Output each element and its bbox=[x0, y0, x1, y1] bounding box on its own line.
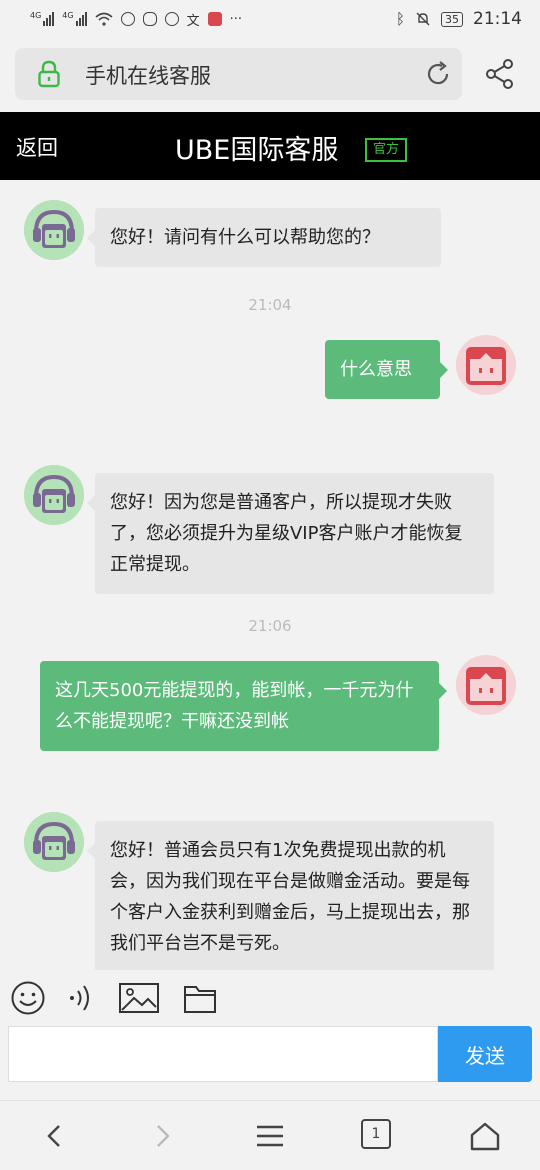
menu-icon[interactable] bbox=[253, 1119, 287, 1153]
browser-toolbar: 手机在线客服 bbox=[0, 38, 540, 112]
wifi-icon bbox=[95, 12, 113, 26]
page-title: UBE国际客服 bbox=[175, 135, 339, 166]
lock-icon bbox=[38, 60, 60, 88]
app-icon bbox=[207, 12, 222, 26]
sim1-label: 4G bbox=[30, 11, 42, 20]
share-icon[interactable] bbox=[484, 58, 516, 90]
forward-arrow-icon[interactable] bbox=[145, 1119, 179, 1153]
message-timestamp: 21:06 bbox=[248, 617, 292, 635]
folder-icon[interactable] bbox=[182, 980, 218, 1016]
agent-avatar-icon bbox=[24, 465, 84, 525]
composer-toolbar bbox=[0, 970, 540, 1026]
back-arrow-icon[interactable] bbox=[38, 1119, 72, 1153]
alert-icon bbox=[120, 12, 135, 26]
home-icon[interactable] bbox=[468, 1119, 502, 1153]
chat-area[interactable]: 您好！请问有什么可以帮助您的？ 21:04 什么意思 您好！因为您是普通客户，所… bbox=[0, 180, 540, 970]
clock: 21:14 bbox=[473, 9, 522, 29]
message-timestamp: 21:04 bbox=[248, 296, 292, 314]
emoji-icon[interactable] bbox=[10, 980, 46, 1016]
vpn-icon bbox=[164, 12, 179, 26]
translate-icon: 文 bbox=[186, 13, 200, 29]
send-button[interactable]: 发送 bbox=[438, 1026, 532, 1082]
tab-count: 1 bbox=[371, 1126, 381, 1142]
back-button[interactable]: 返回 bbox=[16, 132, 58, 162]
status-bar: 4G 4G 文 ··· ᛒ 35 21:14 bbox=[0, 0, 540, 38]
browser-bottom-nav: 1 bbox=[0, 1100, 540, 1170]
message-bubble: 您好！因为您是普通客户，所以提现才失败了，您必须提升为星级VIP客户账户才能恢复… bbox=[87, 473, 494, 594]
signal-icon: 4G bbox=[30, 11, 55, 26]
more-icon: ··· bbox=[229, 11, 243, 27]
address-bar[interactable]: 手机在线客服 bbox=[15, 48, 462, 100]
message-bubble: 您好！请问有什么可以帮助您的？ bbox=[87, 208, 441, 267]
message-bubble: 这几天500元能提现的，能到帐，一千元为什么不能提现呢？干嘛还没到帐 bbox=[40, 661, 447, 751]
agent-avatar-icon bbox=[24, 200, 84, 260]
agent-avatar-icon bbox=[24, 812, 84, 872]
mute-icon bbox=[416, 12, 430, 26]
user-avatar-icon bbox=[456, 655, 516, 715]
message-bubble: 您好！普通会员只有1次免费提现出款的机会，因为我们现在平台是做赠金活动。要是每个… bbox=[87, 821, 494, 970]
chat-header: 返回 UBE国际客服 官方 bbox=[0, 112, 540, 180]
composer: 发送 bbox=[0, 1026, 540, 1096]
url-text: 手机在线客服 bbox=[85, 64, 211, 88]
reload-icon[interactable] bbox=[424, 60, 452, 88]
official-badge: 官方 bbox=[365, 138, 408, 162]
user-avatar-icon bbox=[456, 335, 516, 395]
message-bubble: 什么意思 bbox=[325, 340, 448, 399]
battery-icon: 35 bbox=[441, 11, 463, 27]
image-icon[interactable] bbox=[118, 980, 160, 1016]
message-input[interactable] bbox=[8, 1026, 438, 1082]
bluetooth-icon: ᛒ bbox=[395, 10, 405, 28]
sim2-label: 4G bbox=[62, 11, 74, 20]
signal-icon: 4G bbox=[62, 11, 87, 26]
wechat-icon bbox=[142, 12, 157, 26]
tabs-icon[interactable]: 1 bbox=[361, 1119, 391, 1149]
voice-icon[interactable] bbox=[66, 980, 96, 1016]
